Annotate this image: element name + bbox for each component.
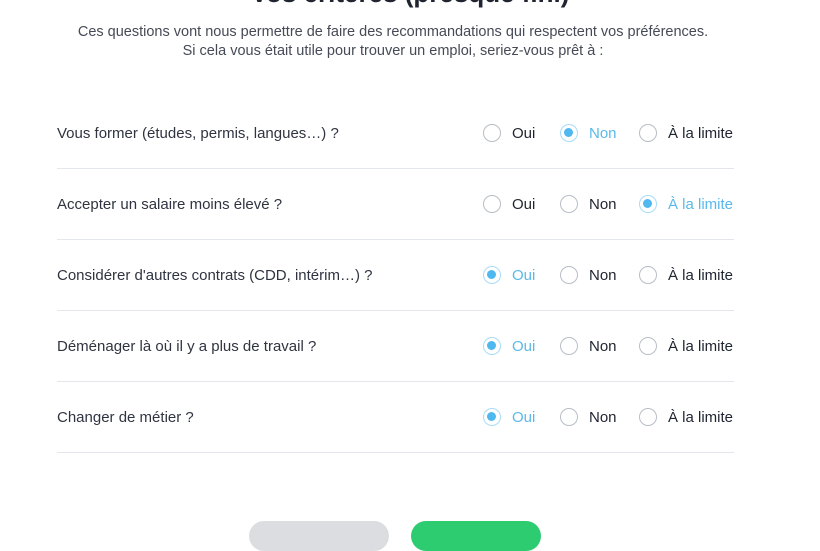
option-non[interactable]: Non — [560, 122, 617, 144]
page-title: Vos critères (presque fini) — [0, 0, 820, 9]
option-oui[interactable]: Oui — [483, 335, 535, 357]
question-label: Changer de métier ? — [57, 409, 194, 426]
radio-button[interactable] — [639, 337, 657, 355]
option-a-la-limite[interactable]: À la limite — [639, 122, 733, 144]
question-label: Accepter un salaire moins élevé ? — [57, 196, 283, 213]
option-non[interactable]: Non — [560, 335, 617, 357]
radio-button[interactable] — [560, 408, 578, 426]
question-label: Déménager là où il y a plus de travail ? — [57, 338, 317, 355]
radio-button[interactable] — [483, 266, 501, 284]
option-label: Oui — [512, 408, 536, 426]
radio-button[interactable] — [483, 124, 501, 142]
radio-button[interactable] — [639, 266, 657, 284]
intro-line-2: Si cela vous était utile pour trouver un… — [182, 43, 604, 59]
option-label: À la limite — [668, 337, 734, 355]
radio-button[interactable] — [639, 124, 657, 142]
option-label: Oui — [512, 124, 536, 142]
intro-line-1: Ces questions vont nous permettre de fai… — [77, 24, 709, 40]
option-a-la-limite[interactable]: À la limite — [639, 264, 733, 286]
option-non[interactable]: Non — [560, 264, 617, 286]
option-label: Non — [589, 337, 617, 355]
back-button[interactable] — [249, 521, 389, 551]
option-label: À la limite — [668, 195, 734, 213]
intro-text: Ces questions vont nous permettre de fai… — [0, 23, 786, 61]
option-oui[interactable]: Oui — [483, 406, 535, 428]
option-label: Non — [589, 195, 617, 213]
option-label: Non — [589, 124, 617, 142]
option-oui[interactable]: Oui — [483, 193, 535, 215]
option-label: Non — [589, 266, 617, 284]
radio-button[interactable] — [483, 408, 501, 426]
radio-button[interactable] — [483, 195, 501, 213]
option-a-la-limite[interactable]: À la limite — [639, 406, 733, 428]
question-row: Déménager là où il y a plus de travail ?… — [57, 311, 734, 382]
option-non[interactable]: Non — [560, 406, 617, 428]
option-label: Oui — [512, 266, 536, 284]
option-oui[interactable]: Oui — [483, 264, 535, 286]
option-label: Oui — [512, 337, 536, 355]
option-a-la-limite[interactable]: À la limite — [639, 335, 733, 357]
radio-button[interactable] — [560, 266, 578, 284]
question-row: Considérer d'autres contrats (CDD, intér… — [57, 240, 734, 311]
radio-button[interactable] — [483, 337, 501, 355]
radio-button[interactable] — [560, 195, 578, 213]
question-label: Vous former (études, permis, langues…) ? — [57, 125, 339, 142]
radio-button[interactable] — [639, 408, 657, 426]
option-non[interactable]: Non — [560, 193, 617, 215]
radio-button[interactable] — [560, 337, 578, 355]
option-label: À la limite — [668, 408, 734, 426]
option-label: Oui — [512, 195, 536, 213]
question-row: Accepter un salaire moins élevé ? Oui No… — [57, 169, 734, 240]
radio-button[interactable] — [639, 195, 657, 213]
option-label: À la limite — [668, 266, 734, 284]
question-row: Vous former (études, permis, langues…) ?… — [57, 98, 734, 169]
option-a-la-limite[interactable]: À la limite — [639, 193, 733, 215]
radio-button[interactable] — [560, 124, 578, 142]
option-label: Non — [589, 408, 617, 426]
option-label: À la limite — [668, 124, 734, 142]
option-oui[interactable]: Oui — [483, 122, 535, 144]
next-button[interactable] — [411, 521, 541, 551]
question-label: Considérer d'autres contrats (CDD, intér… — [57, 267, 373, 284]
questions-list: Vous former (études, permis, langues…) ?… — [57, 98, 734, 453]
question-row: Changer de métier ? Oui Non À la limite — [57, 382, 734, 453]
